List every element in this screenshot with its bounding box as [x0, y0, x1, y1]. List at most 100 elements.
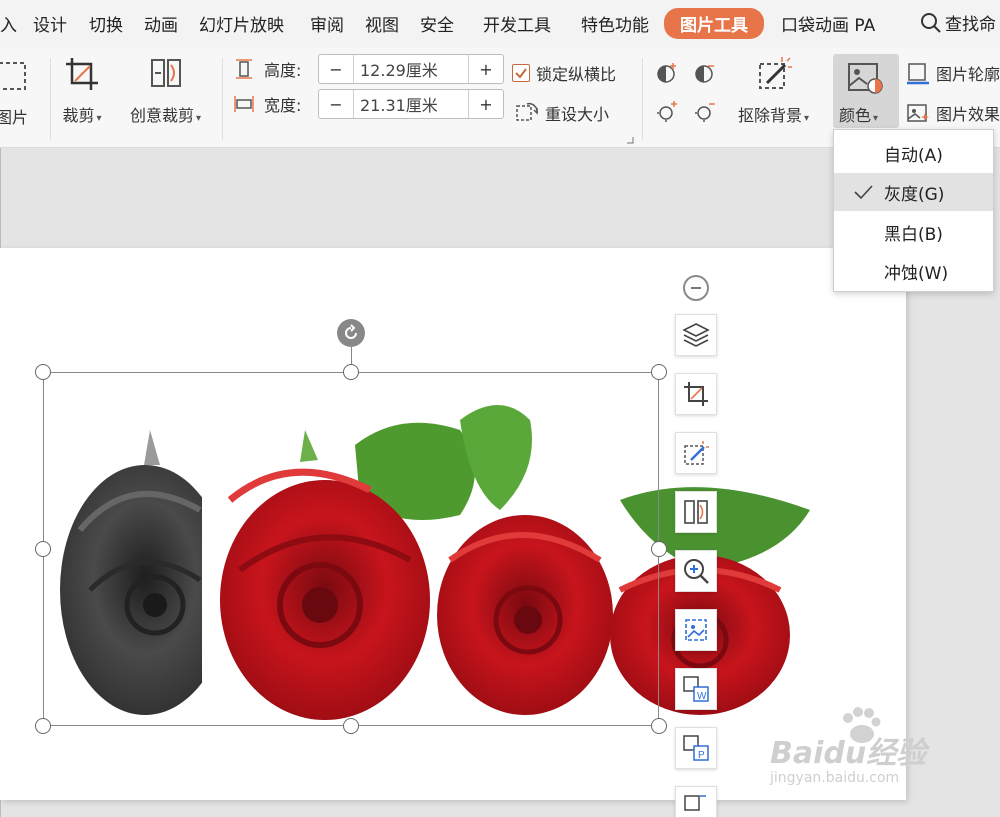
- magic-wand-icon: [754, 54, 794, 94]
- color-option-black-white[interactable]: 黑白(B): [834, 213, 993, 251]
- picture-to-word-icon: W: [683, 676, 709, 702]
- minus-icon: [691, 287, 701, 289]
- menu-item-transitions[interactable]: 切换: [89, 11, 123, 36]
- remove-background-label: 抠除背景: [738, 106, 803, 125]
- height-decrement-button[interactable]: −: [319, 55, 353, 83]
- resize-handle-top[interactable]: [343, 364, 359, 380]
- menu-item-security[interactable]: 安全: [420, 11, 454, 36]
- width-row: 宽度: − 21.31厘米 +: [232, 89, 504, 119]
- height-increment-button[interactable]: +: [469, 55, 503, 83]
- picture-to-ppt-icon: P: [683, 735, 709, 761]
- zoom-in-icon: [684, 559, 709, 584]
- collapse-toolbar-button[interactable]: [683, 275, 709, 301]
- menu-bar: 入 设计 切换 动画 幻灯片放映 审阅 视图 安全 开发工具 特色功能 图片工具…: [0, 0, 1000, 48]
- picture-effects-label: 图片效果: [936, 105, 1000, 124]
- creative-crop-label: 创意裁剪: [130, 106, 195, 125]
- increase-brightness-icon[interactable]: [654, 98, 680, 124]
- checkmark-icon: [854, 185, 873, 200]
- lock-ratio-label: 锁定纵横比: [536, 65, 617, 84]
- lock-ratio-checkbox[interactable]: 锁定纵横比: [512, 61, 616, 85]
- color-button[interactable]: 颜色 ▾: [833, 54, 899, 128]
- watermark-url: jingyan.baidu.com: [770, 770, 900, 786]
- grayscale-label: 灰度(G): [884, 184, 945, 205]
- picture-outline-label: 图片轮廓: [936, 65, 1000, 84]
- width-spinner: − 21.31厘米 +: [318, 89, 504, 119]
- decrease-contrast-icon[interactable]: [692, 60, 718, 86]
- picture-outline-icon: [907, 63, 929, 85]
- resize-handle-right[interactable]: [651, 541, 667, 557]
- reset-size-button[interactable]: 重设大小: [515, 101, 609, 125]
- search-box[interactable]: 查找命: [920, 10, 996, 35]
- menu-item-slideshow[interactable]: 幻灯片放映: [199, 11, 284, 36]
- rotate-handle[interactable]: [337, 319, 365, 347]
- width-label: 宽度:: [264, 96, 302, 115]
- more-tools-button[interactable]: [675, 786, 717, 817]
- picture-effects-icon: [907, 104, 929, 122]
- width-input[interactable]: 21.31厘米: [353, 90, 469, 118]
- menu-item-design[interactable]: 设计: [33, 11, 67, 36]
- menu-item-review[interactable]: 审阅: [310, 11, 344, 36]
- color-label: 颜色: [839, 106, 872, 125]
- crop-label: 裁剪: [62, 106, 95, 125]
- menu-item-partial[interactable]: 入: [0, 11, 17, 36]
- resize-handle-top-left[interactable]: [35, 364, 51, 380]
- resize-handle-bottom-right[interactable]: [651, 718, 667, 734]
- picture-effects-button[interactable]: 图片效果: [906, 101, 1000, 125]
- ribbon-separator: [642, 58, 643, 140]
- menu-item-animations[interactable]: 动画: [144, 11, 178, 36]
- selection-box: [43, 372, 659, 726]
- picture-color-icon: [845, 60, 885, 100]
- layers-icon: [682, 323, 710, 347]
- picture-to-ppt-button[interactable]: P: [675, 727, 717, 769]
- dialog-launcher-icon[interactable]: [626, 136, 634, 144]
- ribbon-separator: [222, 58, 223, 140]
- decrease-brightness-icon[interactable]: [692, 98, 718, 124]
- height-input[interactable]: 12.29厘米: [353, 55, 469, 83]
- chevron-down-icon: ▾: [873, 113, 879, 124]
- menu-item-pocket-animation[interactable]: 口袋动画 PA: [781, 11, 875, 36]
- increase-contrast-icon[interactable]: [654, 60, 680, 86]
- creative-crop-icon: [146, 54, 186, 94]
- chevron-down-icon: ▾: [804, 113, 810, 124]
- ribbon-separator: [50, 58, 51, 140]
- quick-creative-crop-button[interactable]: [675, 491, 717, 533]
- resize-handle-left[interactable]: [35, 541, 51, 557]
- resize-handle-bottom[interactable]: [343, 718, 359, 734]
- width-decrement-button[interactable]: −: [319, 90, 353, 118]
- watermark-text: Baidu经验: [770, 736, 927, 771]
- magic-wand-icon: [684, 441, 709, 465]
- picture-enhance-button[interactable]: [675, 609, 717, 651]
- height-label: 高度:: [264, 61, 302, 80]
- color-dropdown-menu: 自动(A) 灰度(G) 黑白(B) 冲蚀(W): [833, 129, 994, 292]
- resize-handle-bottom-left[interactable]: [35, 718, 51, 734]
- reset-size-label: 重设大小: [545, 105, 610, 124]
- svg-text:P: P: [698, 750, 705, 761]
- picture-dashed-icon: [0, 56, 32, 96]
- checkbox-checked-icon: [512, 64, 530, 82]
- creative-crop-button[interactable]: 创意裁剪 ▾: [130, 54, 201, 126]
- quick-remove-background-button[interactable]: [675, 432, 717, 474]
- menu-item-view[interactable]: 视图: [365, 11, 399, 36]
- color-option-washout[interactable]: 冲蚀(W): [834, 252, 993, 290]
- zoom-in-button[interactable]: [675, 550, 717, 592]
- picture-to-word-button[interactable]: W: [675, 668, 717, 710]
- chevron-down-icon: ▾: [96, 113, 102, 124]
- menu-item-developer[interactable]: 开发工具: [483, 11, 551, 36]
- quick-crop-button[interactable]: [675, 373, 717, 415]
- picture-outline-button[interactable]: 图片轮廓: [906, 61, 1000, 85]
- rotate-icon: [345, 324, 357, 339]
- insert-picture-button[interactable]: 图片: [0, 56, 32, 128]
- crop-button[interactable]: 裁剪 ▾: [62, 54, 102, 126]
- tab-picture-tools[interactable]: 图片工具: [664, 8, 764, 39]
- height-row: 高度: − 12.29厘米 +: [232, 54, 504, 84]
- picture-enhance-icon: [685, 619, 707, 641]
- color-option-grayscale[interactable]: 灰度(G): [834, 173, 993, 211]
- width-increment-button[interactable]: +: [469, 90, 503, 118]
- layers-button[interactable]: [675, 314, 717, 356]
- resize-handle-top-right[interactable]: [651, 364, 667, 380]
- color-option-auto[interactable]: 自动(A): [834, 134, 993, 172]
- remove-background-button[interactable]: 抠除背景 ▾: [738, 54, 809, 126]
- reset-size-icon: [516, 102, 538, 121]
- menu-item-features[interactable]: 特色功能: [581, 11, 649, 36]
- baidu-watermark: Baidu经验 jingyan.baidu.com: [770, 700, 990, 800]
